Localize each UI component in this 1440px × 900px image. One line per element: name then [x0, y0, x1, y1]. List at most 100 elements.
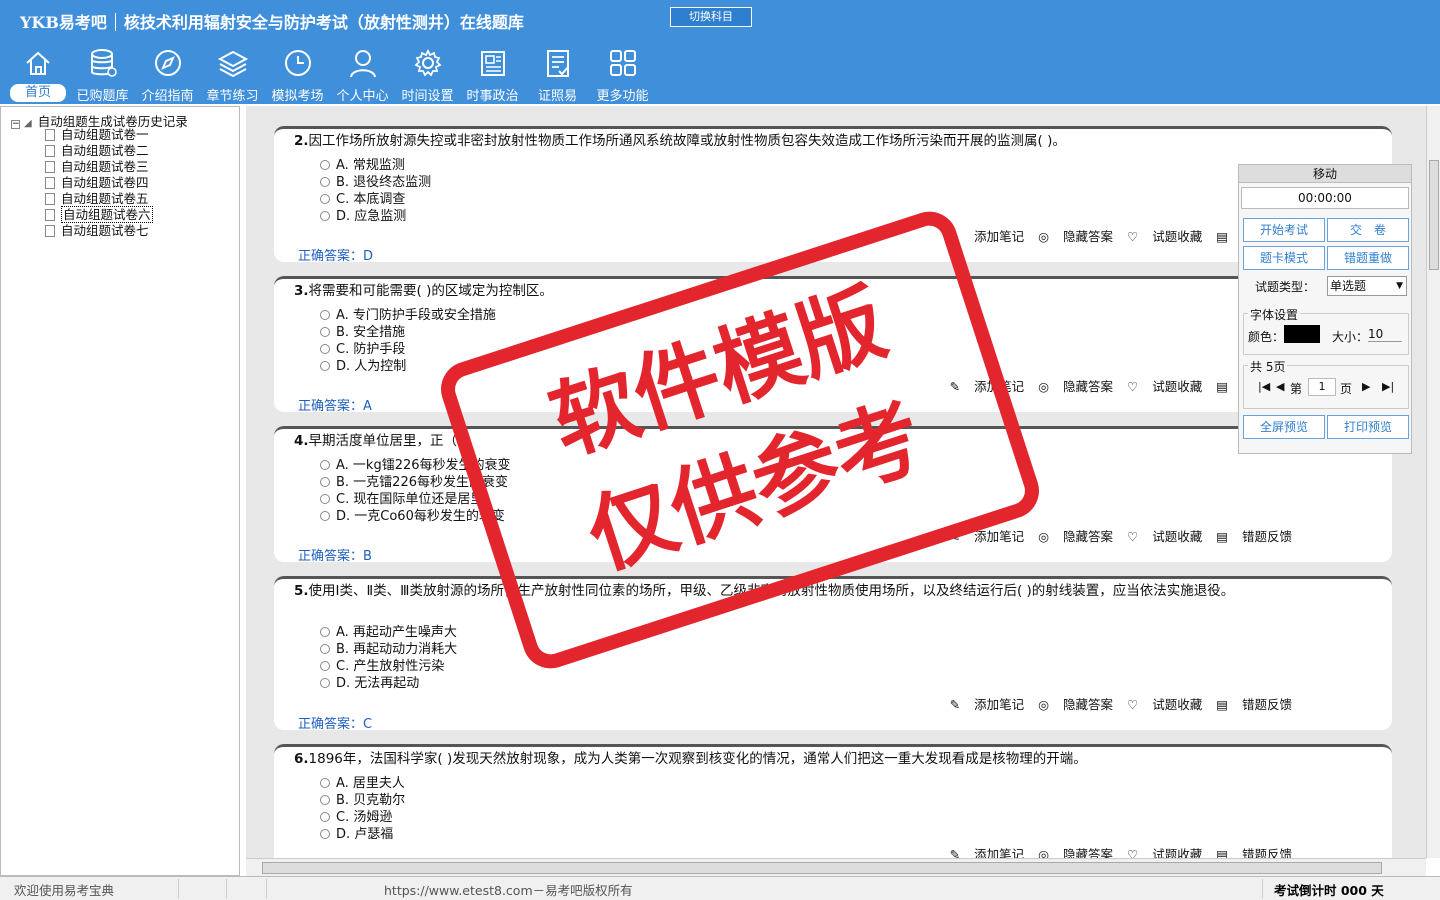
add-note-button[interactable]: ✎ 添加笔记	[950, 229, 1024, 244]
report-button[interactable]: ▤ 错题反馈	[1216, 697, 1292, 712]
add-note-button[interactable]: ✎ 添加笔记	[950, 379, 1024, 394]
radio-button[interactable]	[320, 310, 330, 320]
tree-item[interactable]: 自动组题试卷四	[45, 175, 149, 191]
hide-answer-button[interactable]: ◎ 隐藏答案	[1038, 847, 1113, 858]
favorite-button[interactable]: ♡ 试题收藏	[1127, 379, 1202, 394]
nav-chapter-label: 章节练习	[206, 89, 259, 104]
report-button[interactable]: ▤ 错题反馈	[1216, 529, 1292, 544]
nav-home[interactable]: 首页	[8, 44, 68, 104]
radio-button[interactable]	[320, 194, 330, 204]
radio-button[interactable]	[320, 812, 330, 822]
add-note-button[interactable]: ✎ 添加笔记	[950, 529, 1024, 544]
nav-purchased[interactable]: 已购题库	[70, 44, 135, 104]
submit-button[interactable]: 交 卷	[1327, 218, 1409, 242]
nav-guide[interactable]: 介绍指南	[135, 44, 200, 104]
radio-button[interactable]	[320, 644, 330, 654]
radio-button[interactable]	[320, 494, 330, 504]
nav-certificate[interactable]: 证照易	[525, 44, 590, 104]
font-size-input[interactable]: 10	[1368, 327, 1402, 342]
option[interactable]: D. 卢瑟福	[320, 823, 393, 842]
last-page-button[interactable]: ▶|	[1382, 380, 1394, 393]
font-settings-label: 字体设置	[1248, 306, 1301, 323]
panel-drag-handle[interactable]: 移动	[1239, 165, 1411, 183]
option[interactable]: D. 一克Co60每秒发生的衰变	[320, 505, 505, 524]
tree-item-label: 自动组题试卷三	[61, 159, 149, 174]
radio-button[interactable]	[320, 678, 330, 688]
exam-countdown: 考试倒计时 000 天	[1274, 883, 1384, 898]
nav-mock[interactable]: 模拟考场	[265, 44, 330, 104]
gear-icon	[413, 48, 442, 77]
first-page-button[interactable]: |◀	[1258, 380, 1270, 393]
radio-button[interactable]	[320, 177, 330, 187]
radio-button[interactable]	[320, 160, 330, 170]
nav-profile[interactable]: 个人中心	[330, 44, 395, 104]
favorite-button[interactable]: ♡ 试题收藏	[1127, 529, 1202, 544]
tree-item[interactable]: 自动组题试卷二	[45, 143, 149, 159]
question-card: 5.使用Ⅰ类、Ⅱ类、Ⅲ类放射源的场所，生产放射性同位素的场所，甲级、乙级非密封放…	[274, 576, 1392, 732]
card-mode-button[interactable]: 题卡模式	[1243, 246, 1325, 270]
hide-answer-button[interactable]: ◎ 隐藏答案	[1038, 697, 1113, 712]
favorite-button[interactable]: ♡ 试题收藏	[1127, 847, 1202, 858]
hide-answer-button[interactable]: ◎ 隐藏答案	[1038, 229, 1113, 244]
radio-button[interactable]	[320, 511, 330, 521]
radio-button[interactable]	[320, 361, 330, 371]
radio-button[interactable]	[320, 460, 330, 470]
radio-button[interactable]	[320, 327, 330, 337]
option[interactable]: D. 人为控制	[320, 355, 406, 374]
option[interactable]: D. 无法再起动	[320, 672, 419, 691]
prev-page-button[interactable]: ◀	[1276, 380, 1284, 393]
vertical-scrollbar[interactable]	[1426, 106, 1440, 858]
status-welcome: 欢迎使用易考宝典	[14, 883, 115, 898]
dropdown-arrow-icon: ▼	[1396, 281, 1403, 291]
nav-home-label: 首页	[10, 84, 66, 102]
page-suffix: 页	[1340, 382, 1353, 396]
question-text: 3.将需要和可能需要( )的区域定为控制区。	[294, 283, 553, 299]
nav-chapter[interactable]: 章节练习	[200, 44, 265, 104]
collapse-icon[interactable]: −	[11, 120, 20, 129]
nav-more[interactable]: 更多功能	[590, 44, 655, 104]
nav-time-settings[interactable]: 时间设置	[395, 44, 460, 104]
page-input[interactable]: 1	[1308, 378, 1336, 396]
radio-button[interactable]	[320, 627, 330, 637]
color-swatch[interactable]	[1284, 325, 1320, 343]
exam-control-panel: 移动 00:00:00 开始考试 交 卷 题卡模式 错题重做 试题类型： 单选题…	[1238, 164, 1412, 454]
add-note-button[interactable]: ✎ 添加笔记	[950, 847, 1024, 858]
tree-item[interactable]: 自动组题试卷三	[45, 159, 149, 175]
radio-button[interactable]	[320, 344, 330, 354]
radio-button[interactable]	[320, 778, 330, 788]
fullscreen-preview-button[interactable]: 全屏预览	[1243, 415, 1325, 439]
tree-item-selected[interactable]: 自动组题试卷六	[45, 206, 153, 223]
tree-item[interactable]: 自动组题试卷五	[45, 191, 149, 207]
document-icon	[45, 225, 55, 237]
radio-button[interactable]	[320, 829, 330, 839]
nav-politics[interactable]: 时事政治	[460, 44, 525, 104]
correct-answer: 正确答案：C	[298, 717, 373, 732]
add-note-button[interactable]: ✎ 添加笔记	[950, 697, 1024, 712]
switch-subject-button[interactable]: 切换科目	[670, 7, 752, 27]
hide-answer-button[interactable]: ◎ 隐藏答案	[1038, 379, 1113, 394]
report-button[interactable]: ▤ 错题反馈	[1216, 847, 1292, 858]
hide-answer-button[interactable]: ◎ 隐藏答案	[1038, 529, 1113, 544]
tree-item[interactable]: 自动组题试卷一	[45, 127, 149, 143]
scrollbar-thumb[interactable]	[262, 862, 1382, 874]
radio-button[interactable]	[320, 795, 330, 805]
horizontal-scrollbar[interactable]	[246, 858, 1426, 876]
start-exam-button[interactable]: 开始考试	[1243, 218, 1325, 242]
favorite-button[interactable]: ♡ 试题收藏	[1127, 229, 1202, 244]
print-preview-button[interactable]: 打印预览	[1327, 415, 1409, 439]
correct-answer: 正确答案：B	[298, 549, 372, 564]
next-page-button[interactable]: ▶	[1362, 380, 1370, 393]
tree-item[interactable]: 自动组题试卷七	[45, 223, 149, 239]
document-icon	[45, 209, 55, 221]
redo-wrong-button[interactable]: 错题重做	[1327, 246, 1409, 270]
radio-button[interactable]	[320, 661, 330, 671]
question-card: 4.早期活度单位居里，正（ ） A. 一kg镭226每秒发生的衰变 B. 一克镭…	[274, 426, 1392, 564]
tree-item-label: 自动组题试卷一	[61, 127, 149, 142]
question-type-select[interactable]: 单选题 ▼	[1327, 276, 1407, 296]
option[interactable]: D. 应急监测	[320, 205, 406, 224]
radio-button[interactable]	[320, 477, 330, 487]
favorite-button[interactable]: ♡ 试题收藏	[1127, 697, 1202, 712]
scrollbar-thumb[interactable]	[1429, 160, 1439, 270]
radio-button[interactable]	[320, 211, 330, 221]
document-icon	[45, 145, 55, 157]
